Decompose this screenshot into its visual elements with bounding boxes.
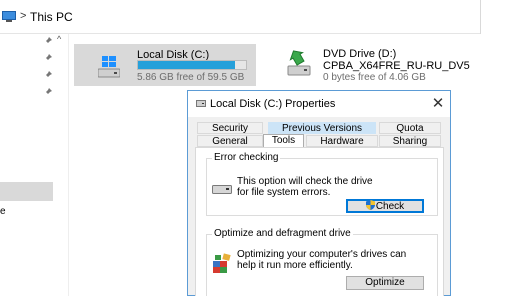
tab-general[interactable]: General bbox=[197, 135, 263, 147]
drive-icon bbox=[196, 100, 206, 107]
tab-previous-versions[interactable]: Previous Versions bbox=[268, 122, 376, 134]
breadcrumb-this-pc[interactable]: This PC bbox=[30, 10, 73, 24]
error-checking-group: Error checking This option will check th… bbox=[206, 152, 438, 216]
this-pc-icon bbox=[2, 11, 16, 22]
drive-name: DVD Drive (D:) bbox=[323, 48, 397, 60]
close-icon[interactable]: ✕ bbox=[430, 94, 446, 112]
drive-usage-fill bbox=[138, 61, 236, 69]
tab-hardware[interactable]: Hardware bbox=[306, 135, 378, 147]
address-bar[interactable]: > This PC bbox=[0, 0, 520, 34]
tab-security[interactable]: Security bbox=[197, 122, 263, 134]
dialog-title: Local Disk (C:) Properties bbox=[210, 98, 336, 110]
drive-free-space: 5.86 GB free of 59.5 GB bbox=[137, 72, 245, 83]
drive-item-d[interactable]: DVD Drive (D:) CPBA_X64FRE_RU-RU_DV5 0 b… bbox=[285, 46, 485, 86]
navigation-pane: ^ e bbox=[0, 34, 70, 296]
drive-volume-label: CPBA_X64FRE_RU-RU_DV5 bbox=[323, 60, 470, 72]
optimize-group: Optimize and defragment drive Optimizing… bbox=[206, 228, 438, 296]
group-legend: Optimize and defragment drive bbox=[212, 228, 353, 239]
dvd-drive-icon bbox=[287, 50, 311, 76]
drive-free-space: 0 bytes free of 4.06 GB bbox=[323, 72, 426, 83]
tab-quota[interactable]: Quota bbox=[379, 122, 441, 134]
hard-drive-icon bbox=[212, 185, 232, 194]
group-legend: Error checking bbox=[212, 152, 281, 163]
breadcrumb-separator[interactable]: > bbox=[20, 10, 26, 22]
nav-item-label[interactable]: e bbox=[0, 206, 6, 217]
optimize-button[interactable]: Optimize bbox=[346, 276, 424, 290]
shield-icon bbox=[365, 200, 375, 210]
pin-icon[interactable] bbox=[44, 37, 52, 45]
windows-drive-icon bbox=[98, 56, 120, 78]
defragment-icon bbox=[213, 253, 231, 273]
pin-icon[interactable] bbox=[44, 71, 52, 79]
address-bottom-border bbox=[0, 33, 480, 34]
dialog-titlebar[interactable]: Local Disk (C:) Properties ✕ bbox=[188, 91, 450, 117]
pin-icon[interactable] bbox=[44, 88, 52, 96]
pin-icon[interactable] bbox=[44, 54, 52, 62]
drive-usage-bar bbox=[137, 60, 247, 70]
address-divider bbox=[480, 0, 481, 34]
scroll-up-icon[interactable]: ^ bbox=[57, 34, 61, 44]
error-checking-description: This option will check the drive for fil… bbox=[237, 176, 373, 198]
nav-divider bbox=[68, 34, 69, 296]
check-button[interactable]: Check bbox=[346, 199, 424, 213]
properties-dialog: Local Disk (C:) Properties ✕ Security Pr… bbox=[187, 90, 451, 296]
tab-sharing[interactable]: Sharing bbox=[379, 135, 441, 147]
tab-tools[interactable]: Tools bbox=[263, 134, 304, 148]
tools-panel: Error checking This option will check th… bbox=[195, 147, 444, 296]
drive-item-c[interactable]: Local Disk (C:) 5.86 GB free of 59.5 GB bbox=[74, 44, 256, 86]
check-button-label: Check bbox=[375, 201, 405, 212]
nav-item-selected[interactable] bbox=[0, 182, 53, 201]
optimize-description: Optimizing your computer's drives can he… bbox=[237, 249, 407, 271]
explorer-window: > This PC ^ e Local Disk (C:) 5.86 GB fr… bbox=[0, 0, 520, 296]
